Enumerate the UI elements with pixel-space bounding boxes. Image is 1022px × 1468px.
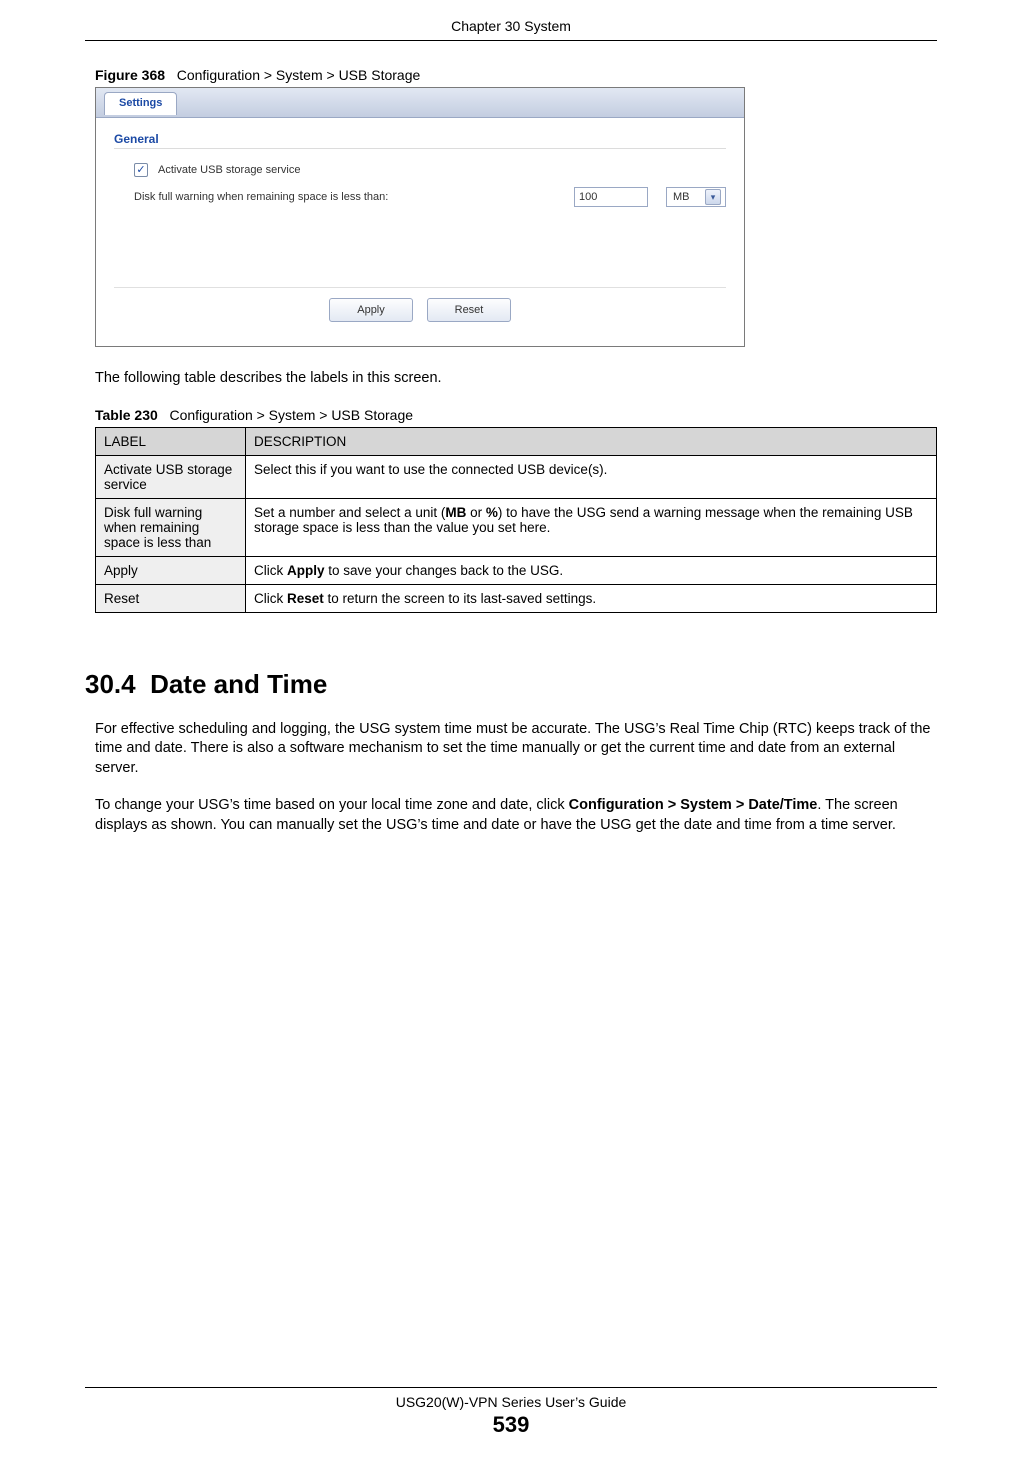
- diskfull-label: Disk full warning when remaining space i…: [134, 191, 574, 203]
- threshold-input[interactable]: [574, 187, 648, 207]
- tab-settings[interactable]: Settings: [104, 92, 177, 115]
- figure-title: Configuration > System > USB Storage: [177, 67, 421, 83]
- apply-button[interactable]: Apply: [329, 298, 413, 322]
- desc-text: Set a number and select a unit (: [254, 505, 445, 520]
- desc-text: or: [466, 505, 486, 520]
- table-caption: Table 230 Configuration > System > USB S…: [95, 407, 937, 423]
- page-number: 539: [0, 1412, 1022, 1438]
- table-row: Activate USB storage service Select this…: [96, 455, 937, 498]
- usb-storage-screenshot: Settings General ✓ Activate USB storage …: [95, 87, 745, 347]
- desc-text: Click: [254, 591, 287, 606]
- cell-label: Activate USB storage service: [96, 455, 246, 498]
- figure-caption: Figure 368 Configuration > System > USB …: [95, 67, 937, 83]
- button-separator: [114, 287, 726, 288]
- th-label: LABEL: [96, 427, 246, 455]
- section-title: Date and Time: [150, 669, 327, 699]
- cell-label: Apply: [96, 556, 246, 584]
- chapter-header: Chapter 30 System: [85, 0, 937, 40]
- desc-bold: Apply: [287, 563, 325, 578]
- table-number: Table 230: [95, 407, 158, 423]
- reset-button[interactable]: Reset: [427, 298, 511, 322]
- figure-number: Figure 368: [95, 67, 165, 83]
- page-footer: USG20(W)-VPN Series User’s Guide 539: [0, 1387, 1022, 1438]
- section-number: 30.4: [85, 669, 136, 699]
- section-general-title: General: [114, 132, 726, 146]
- desc-bold: Reset: [287, 591, 324, 606]
- desc-text: Select this if you want to use the conne…: [254, 462, 607, 477]
- intro-paragraph: The following table describes the labels…: [95, 369, 937, 389]
- desc-bold: MB: [445, 505, 466, 520]
- body-paragraph-1: For effective scheduling and logging, th…: [95, 720, 937, 779]
- footer-guide: USG20(W)-VPN Series User’s Guide: [0, 1394, 1022, 1410]
- desc-text: to save your changes back to the USG.: [325, 563, 564, 578]
- cell-desc: Set a number and select a unit (MB or %)…: [246, 498, 937, 556]
- description-table: LABEL DESCRIPTION Activate USB storage s…: [95, 427, 937, 613]
- footer-rule: [85, 1387, 937, 1388]
- cell-label: Reset: [96, 584, 246, 612]
- activate-row: ✓ Activate USB storage service: [134, 163, 726, 177]
- diskfull-row: Disk full warning when remaining space i…: [134, 187, 726, 207]
- cell-desc: Select this if you want to use the conne…: [246, 455, 937, 498]
- section-heading: 30.4 Date and Time: [85, 669, 937, 700]
- th-description: DESCRIPTION: [246, 427, 937, 455]
- desc-text: to return the screen to its last-saved s…: [324, 591, 596, 606]
- cell-desc: Click Apply to save your changes back to…: [246, 556, 937, 584]
- header-rule: [85, 40, 937, 41]
- cell-desc: Click Reset to return the screen to its …: [246, 584, 937, 612]
- table-header-row: LABEL DESCRIPTION: [96, 427, 937, 455]
- settings-panel: General ✓ Activate USB storage service D…: [96, 118, 744, 346]
- table-row: Reset Click Reset to return the screen t…: [96, 584, 937, 612]
- table-title: Configuration > System > USB Storage: [169, 407, 413, 423]
- desc-text: Click: [254, 563, 287, 578]
- tab-bar: Settings: [96, 88, 744, 118]
- p2-bold: Configuration > System > Date/Time: [569, 797, 818, 813]
- section-separator: [114, 148, 726, 149]
- button-bar: Apply Reset: [114, 298, 726, 328]
- cell-label: Disk full warning when remaining space i…: [96, 498, 246, 556]
- activate-checkbox[interactable]: ✓: [134, 163, 148, 177]
- chevron-down-icon: ▾: [705, 189, 721, 205]
- unit-value: MB: [673, 191, 690, 203]
- body-paragraph-2: To change your USG’s time based on your …: [95, 796, 937, 835]
- unit-select[interactable]: MB ▾: [666, 187, 726, 207]
- table-row: Disk full warning when remaining space i…: [96, 498, 937, 556]
- p2-pre: To change your USG’s time based on your …: [95, 797, 569, 813]
- table-row: Apply Click Apply to save your changes b…: [96, 556, 937, 584]
- desc-bold: %: [486, 505, 498, 520]
- activate-label: Activate USB storage service: [158, 164, 300, 176]
